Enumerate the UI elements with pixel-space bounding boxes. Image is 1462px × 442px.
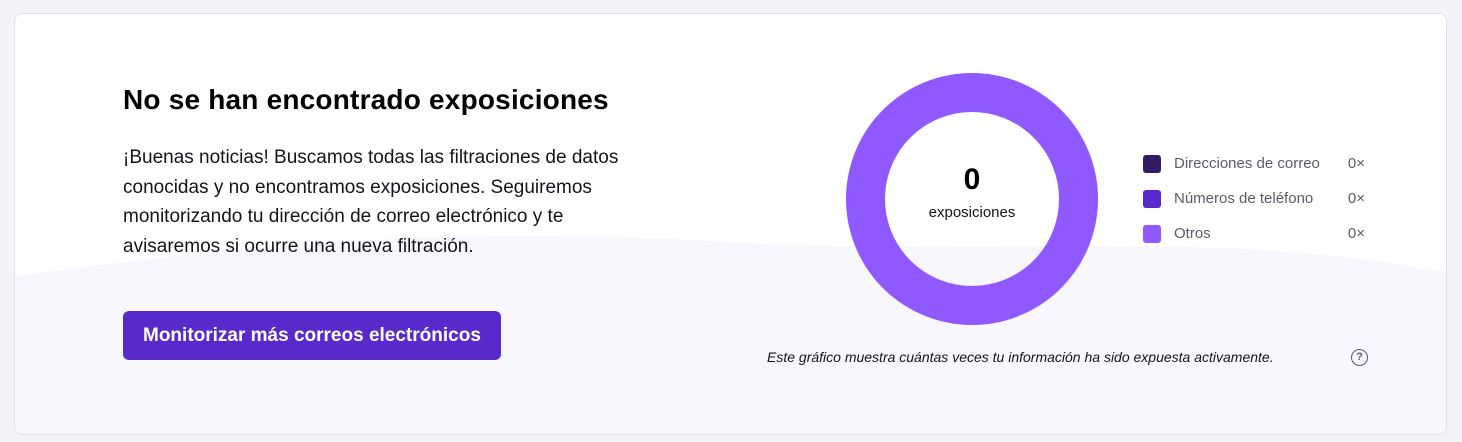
legend-value-phone: 0× [1347, 190, 1365, 207]
legend-value-email: 0× [1347, 155, 1365, 172]
question-circle-icon[interactable]: ? [1351, 349, 1368, 366]
legend-value-other: 0× [1347, 225, 1365, 242]
monitor-more-emails-button[interactable]: Monitorizar más correos electrónicos [123, 311, 501, 360]
donut-center: 0 exposiciones [846, 73, 1098, 325]
legend-label-email: Direcciones de correo [1174, 155, 1320, 172]
legend-swatch-email [1143, 155, 1161, 173]
legend-label-phone: Números de teléfono [1174, 190, 1314, 207]
legend-item-other: Otros 0× [1143, 223, 1365, 258]
chart-caption: Este gráfico muestra cuántas veces tu in… [767, 349, 1274, 365]
chart-legend: Direcciones de correo 0× Números de telé… [1143, 153, 1365, 258]
status-description: ¡Buenas noticias! Buscamos todas las fil… [123, 147, 619, 257]
legend-swatch-phone [1143, 190, 1161, 208]
exposure-count-label: exposiciones [928, 204, 1016, 221]
legend-label-other: Otros [1174, 225, 1211, 242]
legend-swatch-other [1143, 225, 1161, 243]
exposures-card: No se han encontrado exposiciones ¡Buena… [14, 13, 1447, 435]
exposure-count: 0 [963, 163, 981, 196]
legend-item-email: Direcciones de correo 0× [1143, 153, 1365, 188]
page-title: No se han encontrado exposiciones [123, 84, 609, 115]
legend-item-phone: Números de teléfono 0× [1143, 188, 1365, 223]
